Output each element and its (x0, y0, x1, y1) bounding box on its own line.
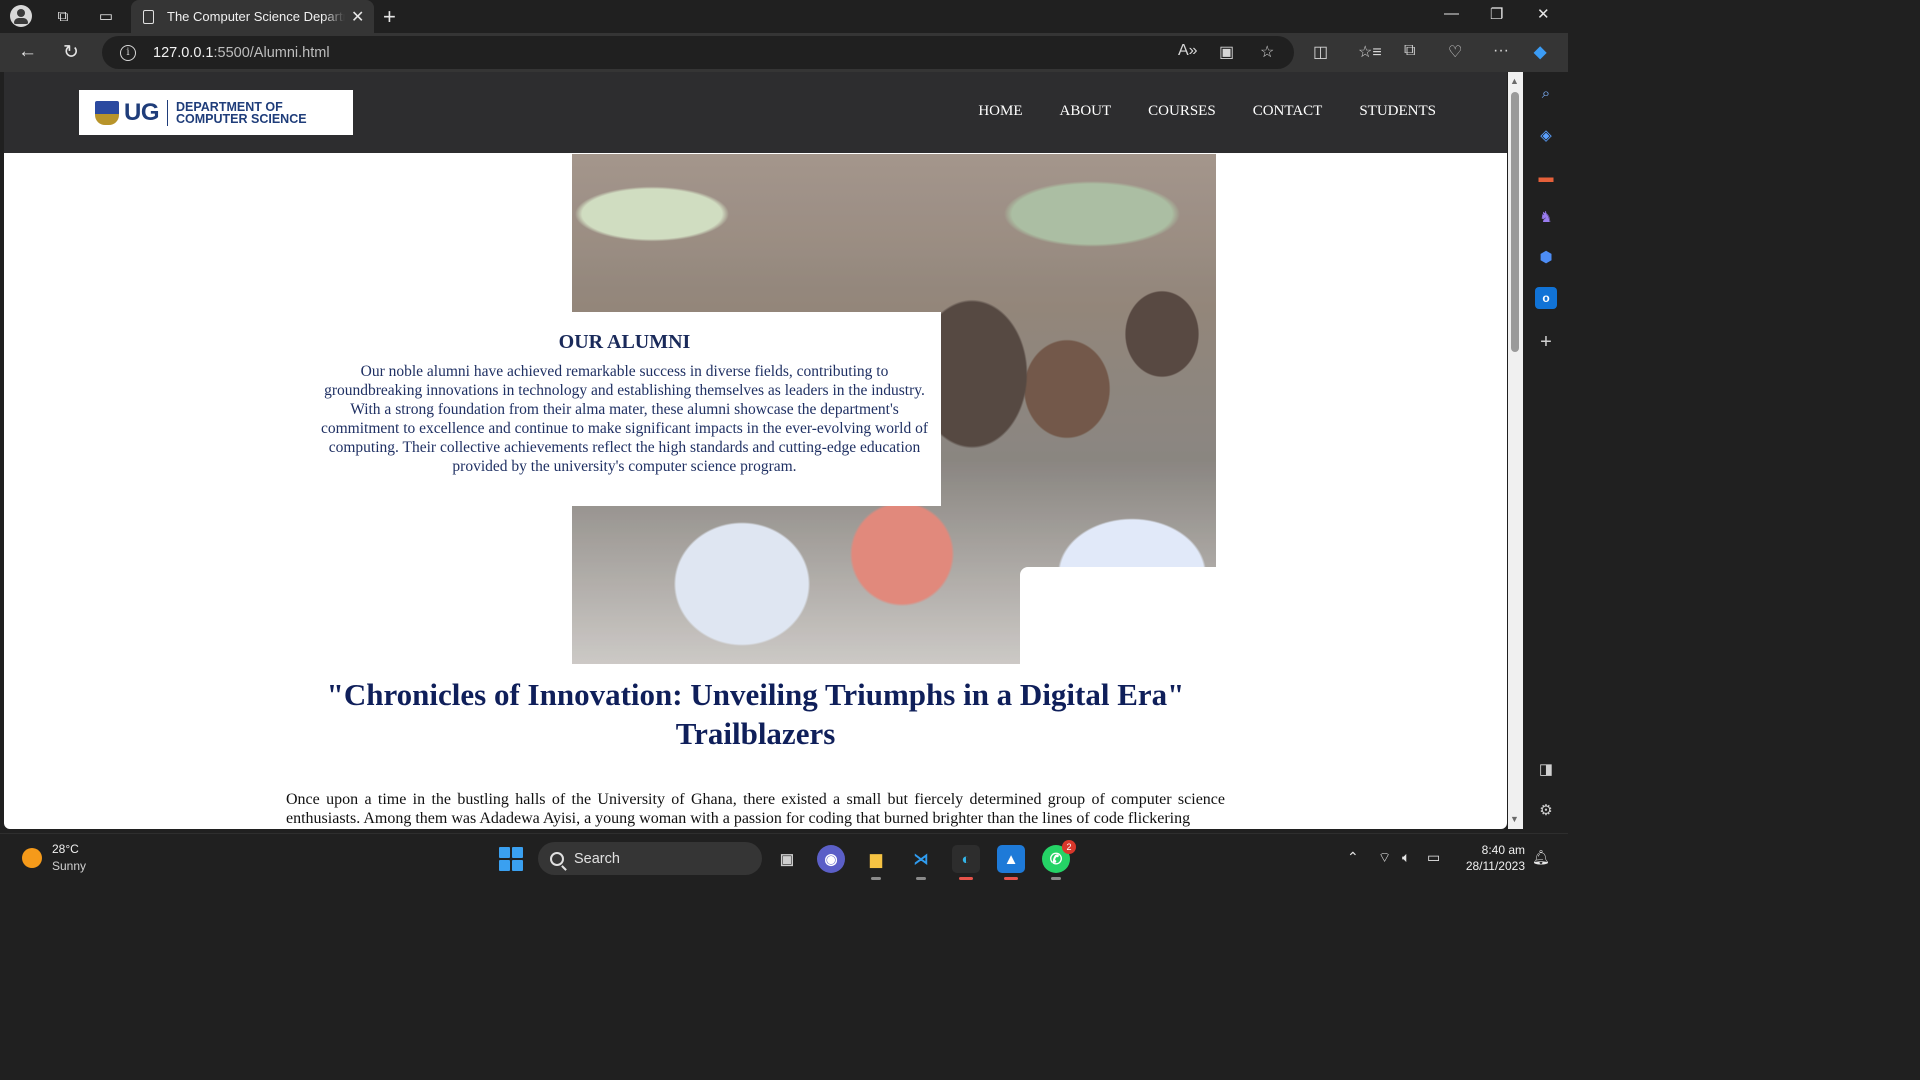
hide-sidebar-icon[interactable]: ◨ (1535, 758, 1557, 780)
more-options-icon[interactable]: ··· (1493, 42, 1509, 60)
file-explorer-icon[interactable]: ▆ (862, 845, 890, 880)
nav-contact[interactable]: CONTACT (1253, 103, 1323, 120)
profile-icon[interactable] (9, 5, 33, 27)
tab-actions-icon[interactable]: ▭ (94, 5, 118, 27)
photos-app-icon[interactable]: ▲ (997, 845, 1025, 880)
tools-icon[interactable]: ▬ (1535, 166, 1557, 188)
settings-gear-icon[interactable]: ⚙ (1535, 799, 1557, 821)
close-window-icon[interactable]: ✕ (1537, 5, 1550, 23)
scrollbar-thumb[interactable] (1511, 92, 1519, 352)
logo-dept-line1: DEPARTMENT OF (176, 99, 283, 114)
scroll-up-arrow-icon[interactable]: ▲ (1510, 76, 1519, 86)
vscode-icon[interactable]: ⋊ (907, 845, 935, 880)
whatsapp-icon[interactable]: ✆ 2 (1042, 840, 1076, 880)
page-viewport: UG DEPARTMENT OF COMPUTER SCIENCE HOME A… (4, 72, 1507, 829)
hero-laptop-shape (1020, 567, 1216, 664)
split-screen-icon[interactable]: ◫ (1313, 42, 1328, 62)
story-paragraph: Once upon a time in the bustling halls o… (286, 791, 1225, 827)
page-heading: "Chronicles of Innovation: Unveiling Tri… (4, 675, 1507, 753)
teams-chat-icon[interactable]: ◉ (817, 845, 845, 873)
url-path: :5500/Alumni.html (213, 44, 330, 61)
copilot-icon[interactable]: ◆ (1534, 42, 1546, 62)
collections-icon[interactable]: ⧉ (1404, 42, 1415, 60)
edge-browser-icon[interactable]: ◐ (952, 845, 980, 880)
page-icon (143, 9, 154, 24)
show-hidden-icons-chevron-icon[interactable]: ⌃ (1347, 849, 1359, 866)
games-icon[interactable]: ♞ (1535, 206, 1557, 228)
read-aloud-icon[interactable]: A» (1178, 42, 1198, 60)
shopping-tag-icon[interactable]: ◈ (1535, 124, 1557, 146)
university-crest-icon (95, 100, 119, 125)
browser-essentials-icon[interactable]: ♡ (1448, 42, 1462, 62)
address-bar[interactable]: i 127.0.0.1:5500/Alumni.html (102, 36, 1294, 69)
site-logo[interactable]: UG DEPARTMENT OF COMPUTER SCIENCE (79, 90, 353, 135)
address-row: ← ↻ i 127.0.0.1:5500/Alumni.html A» ▣ ☆ … (0, 33, 1568, 72)
whatsapp-badge: 2 (1062, 840, 1076, 854)
logo-ug-text: UG (124, 98, 160, 126)
browser-title-bar: ⧉ ▭ The Computer Science Departme ✕ + — … (0, 0, 1568, 33)
site-nav: HOME ABOUT COURSES CONTACT STUDENTS (978, 103, 1436, 120)
browser-tab-active[interactable]: The Computer Science Departme ✕ (131, 0, 374, 33)
edge-sidebar: ⌕ ◈ ▬ ♞ ⬢ o + ◨ ⚙ (1525, 72, 1568, 833)
search-icon[interactable]: ⌕ (1535, 82, 1557, 104)
taskbar-search[interactable]: Search (538, 842, 762, 875)
add-sidebar-app-icon[interactable]: + (1535, 331, 1557, 353)
start-windows-icon[interactable] (499, 847, 523, 871)
nav-home[interactable]: HOME (978, 103, 1022, 120)
back-arrow-icon[interactable]: ← (18, 41, 37, 63)
close-tab-icon[interactable]: ✕ (351, 7, 364, 27)
page-scrollbar[interactable]: ▲ ▼ (1508, 72, 1523, 829)
favorite-star-icon[interactable]: ☆ (1260, 42, 1274, 62)
nav-students[interactable]: STUDENTS (1359, 103, 1436, 120)
outlook-icon[interactable]: o (1535, 287, 1557, 309)
restore-icon[interactable]: ❐ (1490, 5, 1503, 23)
notifications-bell-icon[interactable]: 🔔︎ (1532, 849, 1550, 866)
clock-time: 8:40 am (1481, 843, 1525, 857)
nav-about[interactable]: ABOUT (1059, 103, 1111, 120)
clock-date: 28/11/2023 (1465, 859, 1525, 873)
heading-line1: "Chronicles of Innovation: Unveiling Tri… (326, 677, 1185, 712)
alumni-card: OUR ALUMNI Our noble alumni have achieve… (308, 312, 941, 506)
weather-temperature[interactable]: 28°C (52, 842, 79, 856)
new-tab-button[interactable]: + (383, 4, 396, 30)
immersive-reader-icon[interactable]: ▣ (1219, 42, 1234, 62)
battery-icon[interactable]: ▭ (1427, 849, 1440, 866)
refresh-icon[interactable]: ↻ (63, 41, 79, 64)
nav-courses[interactable]: COURSES (1148, 103, 1216, 120)
search-placeholder: Search (574, 850, 620, 867)
minimize-icon[interactable]: — (1444, 5, 1459, 22)
search-magnifier-icon (550, 851, 564, 866)
logo-dept-line2: COMPUTER SCIENCE (176, 111, 307, 126)
taskbar-clock[interactable]: 8:40 am 28/11/2023 (1455, 842, 1525, 874)
wifi-icon[interactable]: ⌔ (1378, 849, 1391, 867)
heading-line2: Trailblazers (675, 716, 836, 751)
microsoft365-icon[interactable]: ⬢ (1535, 246, 1557, 268)
favorites-icon[interactable]: ☆≡ (1358, 42, 1382, 62)
url-host: 127.0.0.1 (153, 44, 214, 61)
alumni-description: Our noble alumni have achieved remarkabl… (320, 363, 928, 475)
tab-title: The Computer Science Departme (167, 9, 345, 24)
site-info-icon[interactable]: i (120, 44, 136, 61)
windows-taskbar: 28°C Sunny Search ▣ ◉ ▆ ⋊ ◐ ▲ ✆ 2 ⌃ ⌔ 🔈︎ … (0, 833, 1568, 882)
scroll-down-arrow-icon[interactable]: ▼ (1510, 814, 1519, 824)
weather-description[interactable]: Sunny (52, 859, 86, 873)
volume-icon[interactable]: 🔈︎ (1402, 849, 1410, 866)
logo-divider (167, 99, 168, 126)
logo-department-text: DEPARTMENT OF COMPUTER SCIENCE (176, 99, 307, 126)
weather-sun-icon[interactable] (22, 848, 42, 868)
site-header: UG DEPARTMENT OF COMPUTER SCIENCE HOME A… (4, 72, 1507, 153)
alumni-title: OUR ALUMNI (558, 331, 691, 353)
workspaces-icon[interactable]: ⧉ (51, 5, 75, 27)
task-view-icon[interactable]: ▣ (773, 845, 801, 873)
